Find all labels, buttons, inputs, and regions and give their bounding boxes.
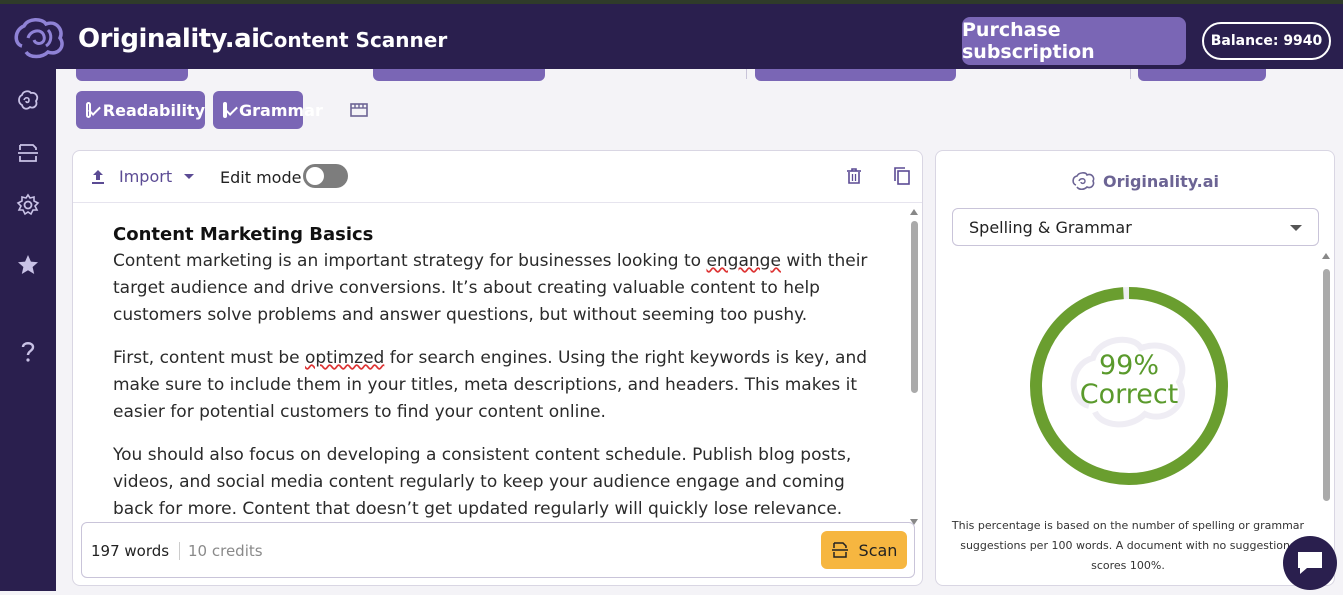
panel-brand-label: Originality.ai: [1103, 172, 1219, 191]
page-title: Content Scanner: [259, 28, 447, 52]
divider: [746, 69, 747, 79]
scan-doc-icon[interactable]: [16, 141, 40, 165]
grammar-option[interactable]: Grammar: [213, 91, 303, 129]
editor-footer: 197 words 10 credits Scan: [81, 522, 915, 578]
import-label: Import: [119, 167, 172, 186]
chevron-down-icon: [184, 174, 194, 179]
scan-label: Scan: [859, 541, 898, 560]
paragraph: First, content must be optimzed for sear…: [113, 345, 883, 426]
trash-icon[interactable]: [846, 167, 862, 185]
credit-count: 10 credits: [179, 542, 263, 560]
chat-button[interactable]: [1283, 536, 1337, 590]
help-icon[interactable]: [16, 339, 40, 363]
option-chip-partial[interactable]: [755, 69, 956, 81]
score-explanation: This percentage is based on the number o…: [944, 516, 1312, 576]
top-bar: Originality.ai Content Scanner Purchase …: [0, 0, 1343, 69]
panel-scrollbar[interactable]: [1321, 251, 1331, 501]
option-chip-partial[interactable]: [76, 69, 188, 81]
scan-button[interactable]: Scan: [821, 531, 907, 569]
readability-label: Readability: [103, 101, 205, 120]
brain-icon[interactable]: [16, 88, 40, 112]
scroll-thumb[interactable]: [911, 221, 918, 393]
paragraph: Content marketing is an important strate…: [113, 248, 883, 329]
scroll-up-icon[interactable]: [1322, 253, 1330, 259]
scan-icon: [831, 541, 849, 559]
select-value: Spelling & Grammar: [969, 218, 1132, 237]
results-panel: Originality.ai Spelling & Grammar 99% Co…: [935, 150, 1335, 586]
star-icon[interactable]: [16, 253, 40, 277]
brain-logo-icon[interactable]: [12, 16, 66, 60]
balance-badge[interactable]: Balance: 9940: [1202, 22, 1331, 60]
option-chip-partial[interactable]: [1138, 69, 1266, 81]
gear-icon[interactable]: [16, 193, 40, 217]
document-text[interactable]: Content Marketing Basics Content marketi…: [113, 221, 883, 521]
upload-icon: [91, 169, 105, 185]
edit-mode-label: Edit mode: [220, 168, 301, 187]
report-type-select[interactable]: Spelling & Grammar: [952, 208, 1319, 246]
paragraph: You should also focus on developing a co…: [113, 442, 883, 521]
score-text: 99% Correct: [1029, 351, 1229, 409]
scroll-up-icon[interactable]: [910, 209, 918, 215]
grammar-label: Grammar: [239, 101, 323, 120]
import-button[interactable]: Import: [91, 167, 194, 186]
spelling-error[interactable]: engange: [706, 251, 780, 271]
divider: [1130, 69, 1131, 79]
edit-mode-toggle[interactable]: [303, 164, 348, 188]
checkbox-checked-icon[interactable]: [86, 102, 91, 118]
chevron-down-icon: [1290, 225, 1302, 231]
sidebar: [0, 69, 56, 591]
copy-icon[interactable]: [893, 166, 911, 186]
editor-scrollbar[interactable]: [910, 209, 918, 527]
brand-name[interactable]: Originality.ai: [78, 24, 260, 54]
content-editor: Import Edit mode Content Marketing Basic…: [72, 150, 923, 586]
score-label: Correct: [1029, 380, 1229, 409]
purchase-subscription-button[interactable]: Purchase subscription: [962, 17, 1186, 65]
scroll-thumb[interactable]: [1323, 269, 1330, 501]
score-value: 99%: [1029, 351, 1229, 380]
chat-icon: [1283, 536, 1337, 590]
spelling-error[interactable]: optimzed: [305, 348, 384, 368]
panel-brand: Originality.ai: [1071, 171, 1219, 191]
word-count: 197 words: [91, 542, 169, 560]
option-chip-partial[interactable]: [373, 69, 545, 81]
document-title: Content Marketing Basics: [113, 221, 883, 248]
checkbox-checked-icon[interactable]: [223, 102, 227, 118]
readability-option[interactable]: Readability: [76, 91, 205, 129]
editor-toolbar: Import Edit mode: [73, 151, 922, 203]
brain-logo-icon: [1071, 171, 1095, 191]
film-icon[interactable]: [350, 102, 368, 118]
